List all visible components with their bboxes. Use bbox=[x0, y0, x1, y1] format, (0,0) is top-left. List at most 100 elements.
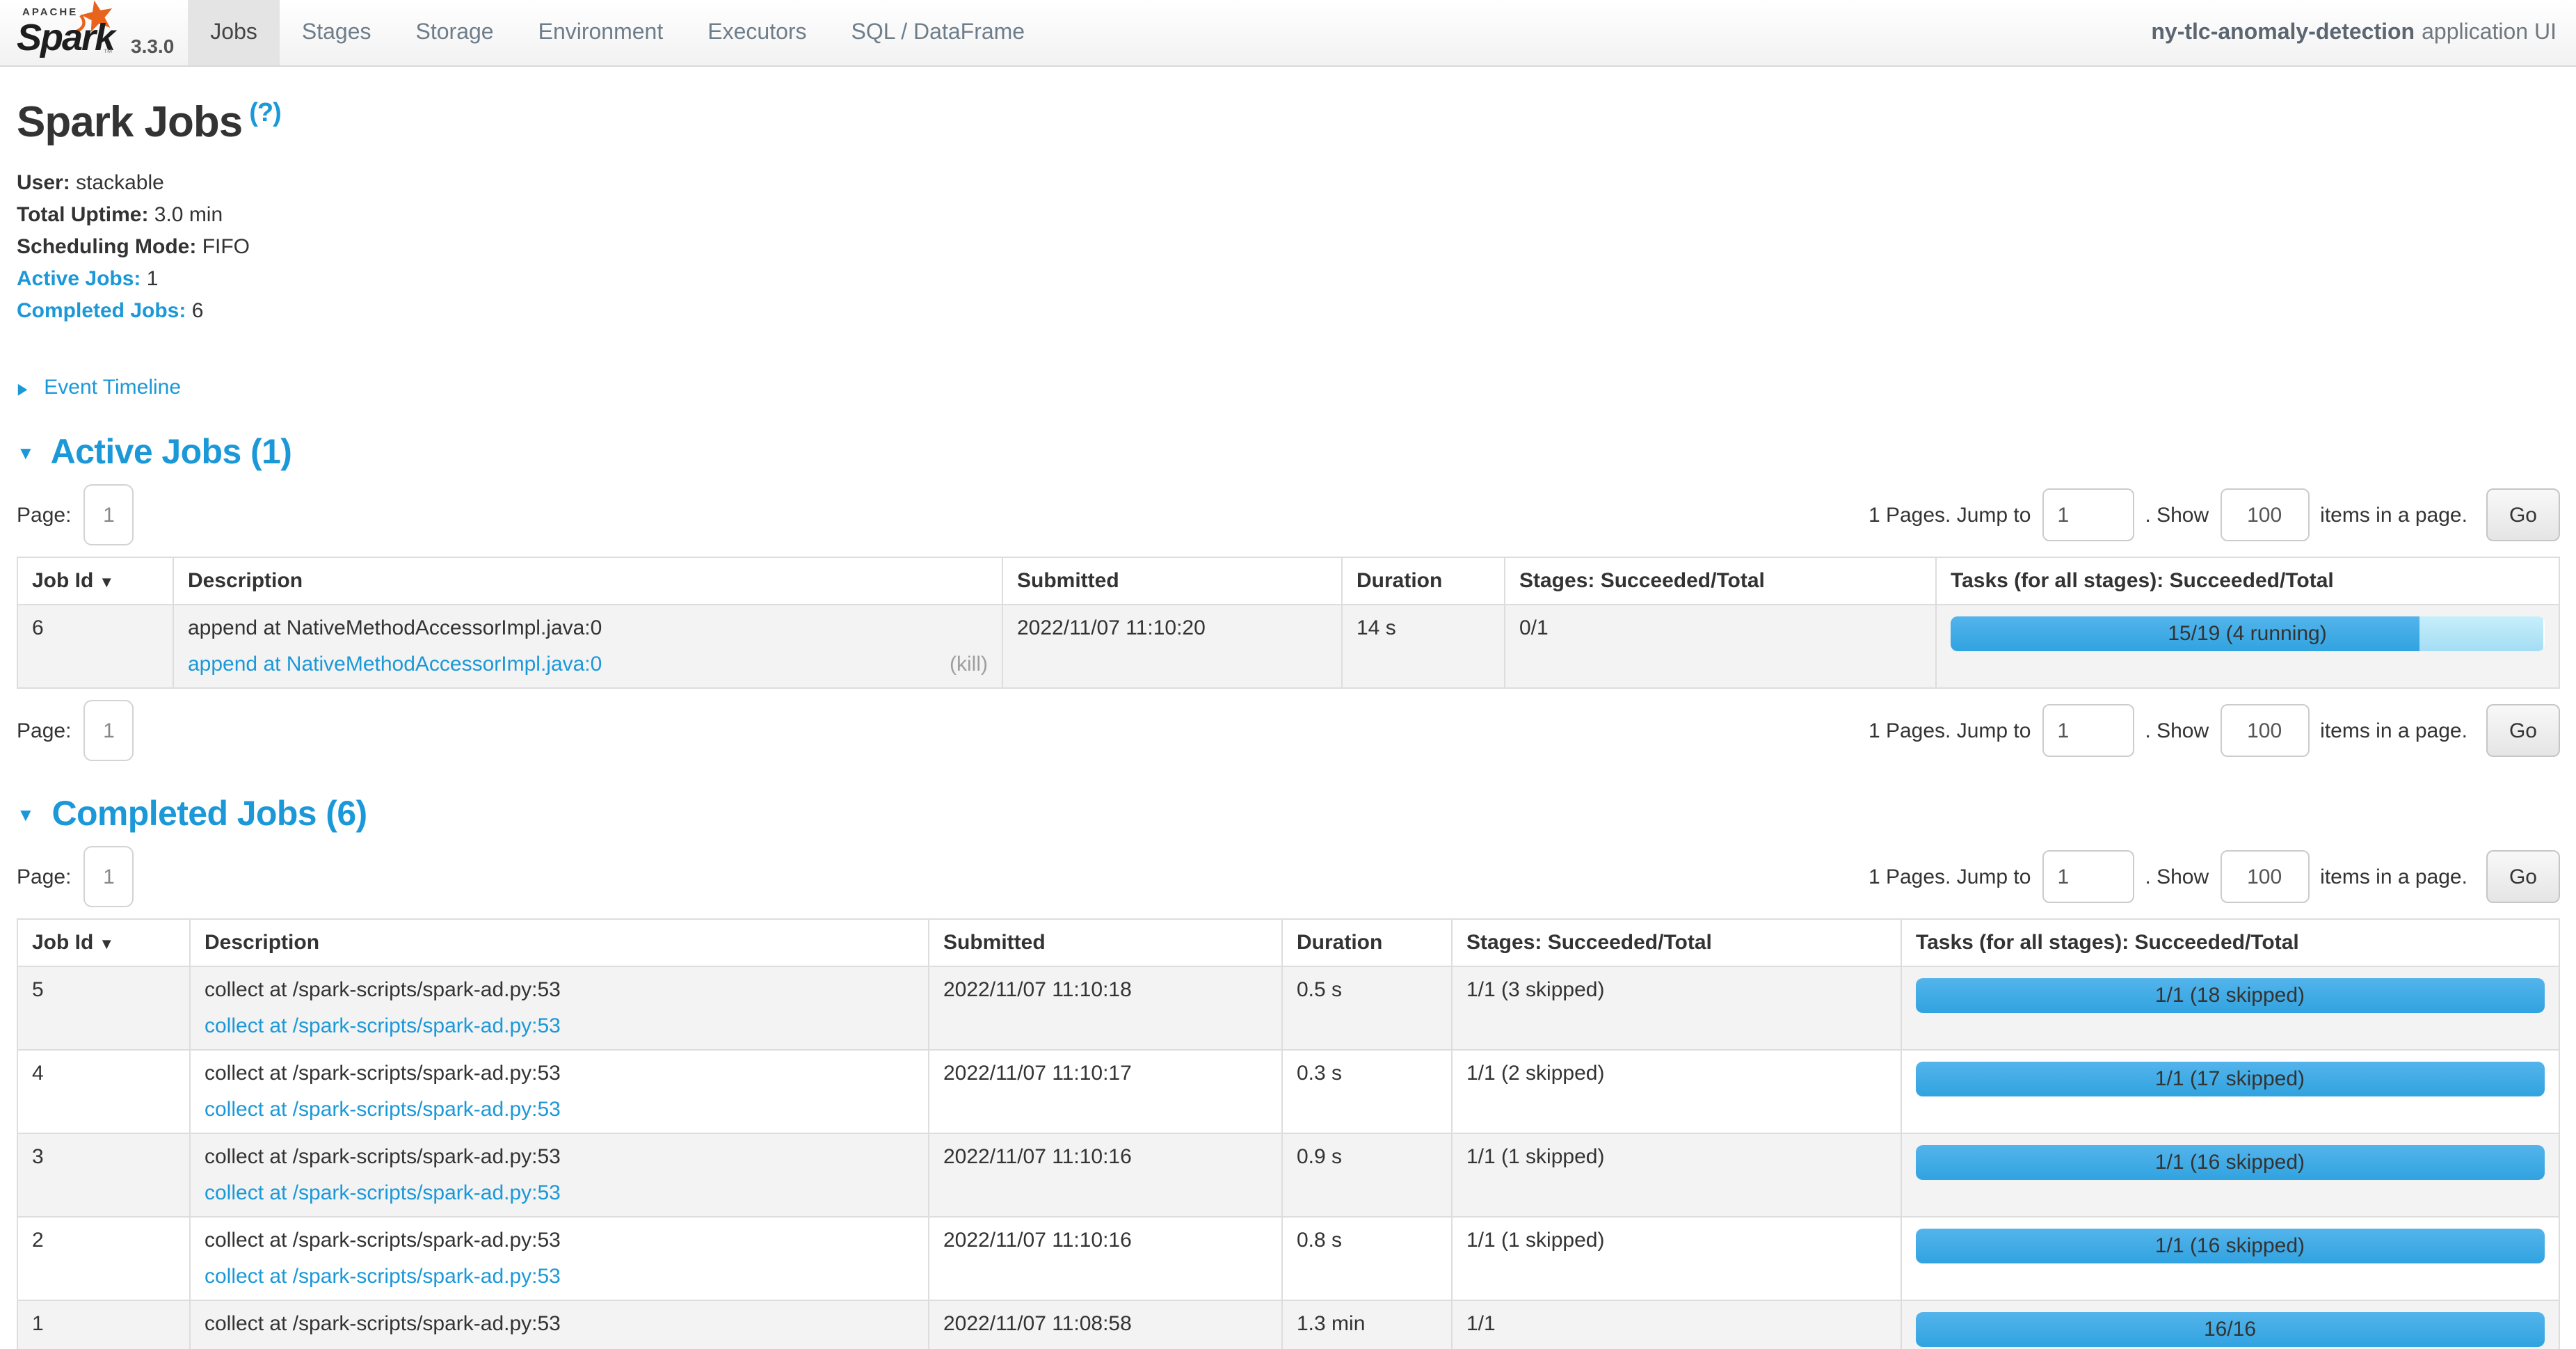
completed-jobs-heading[interactable]: ▼ Completed Jobs (6) bbox=[17, 795, 2559, 835]
submitted-cell: 2022/11/07 11:08:58 bbox=[929, 1300, 1282, 1349]
col-header-stages[interactable]: Stages: Succeeded/Total bbox=[1505, 557, 1936, 605]
duration-cell: 0.9 s bbox=[1282, 1133, 1452, 1217]
description-cell: collect at /spark-scripts/spark-ad.py:53… bbox=[190, 1217, 929, 1300]
items-per-page-input[interactable] bbox=[2220, 488, 2309, 541]
description-text: collect at /spark-scripts/spark-ad.py:53 bbox=[205, 1145, 914, 1169]
submitted-cell: 2022/11/07 11:10:17 bbox=[929, 1050, 1282, 1133]
page-number-input[interactable] bbox=[83, 484, 134, 545]
help-tooltip-link[interactable]: (?) bbox=[249, 98, 281, 127]
description-cell: collect at /spark-scripts/spark-ad.py:53… bbox=[190, 1050, 929, 1133]
spark-ui-root: APACHE Spark ™ 3.3.0 Jobs Stages Storage… bbox=[0, 0, 2576, 1349]
page-label: Page: bbox=[17, 719, 71, 742]
duration-cell: 0.3 s bbox=[1282, 1050, 1452, 1133]
event-timeline-toggle[interactable]: ▶ Event Timeline bbox=[17, 376, 181, 399]
go-button[interactable]: Go bbox=[2487, 850, 2559, 903]
items-per-page-input[interactable] bbox=[2220, 850, 2309, 903]
job-id-cell: 3 bbox=[17, 1133, 190, 1217]
col-header-duration[interactable]: Duration bbox=[1282, 919, 1452, 966]
submitted-cell: 2022/11/07 11:10:18 bbox=[929, 966, 1282, 1050]
tab-sql-dataframe[interactable]: SQL / DataFrame bbox=[829, 0, 1048, 65]
col-header-description[interactable]: Description bbox=[190, 919, 929, 966]
stages-cell: 1/1 bbox=[1452, 1300, 1901, 1349]
submitted-cell: 2022/11/07 11:10:16 bbox=[929, 1133, 1282, 1217]
col-header-submitted[interactable]: Submitted bbox=[1002, 557, 1342, 605]
progress-label: 1/1 (18 skipped) bbox=[1916, 978, 2544, 1013]
description-cell: collect at /spark-scripts/spark-ad.py:53… bbox=[190, 1300, 929, 1349]
tab-jobs[interactable]: Jobs bbox=[188, 0, 280, 65]
page-number-input[interactable] bbox=[83, 700, 134, 761]
stages-cell: 0/1 bbox=[1505, 605, 1936, 688]
col-header-stages[interactable]: Stages: Succeeded/Total bbox=[1452, 919, 1901, 966]
job-detail-link[interactable]: collect at /spark-scripts/spark-ad.py:53 bbox=[205, 1181, 561, 1205]
show-text: . Show bbox=[2145, 865, 2209, 888]
spark-logo: APACHE Spark ™ 3.3.0 bbox=[0, 0, 188, 65]
description-cell: collect at /spark-scripts/spark-ad.py:53… bbox=[190, 966, 929, 1050]
col-header-submitted[interactable]: Submitted bbox=[929, 919, 1282, 966]
col-header-job-id[interactable]: Job Id▼ bbox=[17, 919, 190, 966]
tasks-cell: 1/1 (16 skipped) bbox=[1901, 1133, 2559, 1217]
kill-job-link[interactable]: (kill) bbox=[950, 653, 988, 676]
go-button[interactable]: Go bbox=[2487, 704, 2559, 757]
duration-cell: 1.3 min bbox=[1282, 1300, 1452, 1349]
col-header-job-id[interactable]: Job Id▼ bbox=[17, 557, 173, 605]
tab-environment[interactable]: Environment bbox=[516, 0, 686, 65]
nav-spacer bbox=[1047, 0, 2151, 65]
job-detail-link[interactable]: collect at /spark-scripts/spark-ad.py:53 bbox=[205, 1014, 561, 1038]
progress-label: 1/1 (16 skipped) bbox=[1916, 1145, 2544, 1180]
stages-cell: 1/1 (2 skipped) bbox=[1452, 1050, 1901, 1133]
caret-down-icon: ▼ bbox=[17, 442, 34, 463]
col-header-tasks[interactable]: Tasks (for all stages): Succeeded/Total bbox=[1901, 919, 2559, 966]
go-button[interactable]: Go bbox=[2487, 488, 2559, 541]
tasks-progress-bar: 15/19 (4 running) bbox=[1951, 616, 2544, 651]
jump-to-page-input[interactable] bbox=[2042, 704, 2134, 757]
sort-desc-icon: ▼ bbox=[99, 936, 114, 953]
submitted-cell: 2022/11/07 11:10:16 bbox=[929, 1217, 1282, 1300]
active-jobs-anchor-link[interactable]: Active Jobs: bbox=[17, 267, 141, 291]
completed-job-row: 1 collect at /spark-scripts/spark-ad.py:… bbox=[17, 1300, 2559, 1349]
active-jobs-heading[interactable]: ▼ Active Jobs (1) bbox=[17, 433, 2559, 473]
job-summary-list: User: stackable Total Uptime: 3.0 min Sc… bbox=[17, 170, 2559, 326]
caret-down-icon: ▼ bbox=[17, 804, 34, 825]
jump-to-page-input[interactable] bbox=[2042, 850, 2134, 903]
description-text: collect at /spark-scripts/spark-ad.py:53 bbox=[205, 1229, 914, 1252]
active-job-row: 6 append at NativeMethodAccessorImpl.jav… bbox=[17, 605, 2559, 688]
tasks-cell: 15/19 (4 running) bbox=[1936, 605, 2559, 688]
page-number-input[interactable] bbox=[83, 846, 134, 907]
tasks-cell: 1/1 (17 skipped) bbox=[1901, 1050, 2559, 1133]
active-jobs-pager-bottom: Page: 1 Pages. Jump to . Show items in a… bbox=[17, 700, 2559, 761]
duration-cell: 0.5 s bbox=[1282, 966, 1452, 1050]
main-content: Spark Jobs(?) User: stackable Total Upti… bbox=[0, 97, 2576, 1349]
tasks-progress-bar: 1/1 (18 skipped) bbox=[1916, 978, 2544, 1013]
active-jobs-table: Job Id▼ Description Submitted Duration S… bbox=[17, 557, 2559, 689]
completed-jobs-table: Job Id▼ Description Submitted Duration S… bbox=[17, 918, 2559, 1349]
summary-completed-jobs: Completed Jobs: 6 bbox=[17, 298, 2559, 326]
items-per-page-input[interactable] bbox=[2220, 704, 2309, 757]
tasks-progress-bar: 1/1 (16 skipped) bbox=[1916, 1229, 2544, 1263]
page-title: Spark Jobs(?) bbox=[17, 97, 2559, 147]
description-text: collect at /spark-scripts/spark-ad.py:53 bbox=[205, 1062, 914, 1085]
completed-jobs-anchor-link[interactable]: Completed Jobs: bbox=[17, 299, 186, 323]
job-id-cell: 5 bbox=[17, 966, 190, 1050]
job-id-cell: 1 bbox=[17, 1300, 190, 1349]
completed-job-row: 4 collect at /spark-scripts/spark-ad.py:… bbox=[17, 1050, 2559, 1133]
tab-executors[interactable]: Executors bbox=[685, 0, 829, 65]
summary-active-jobs: Active Jobs: 1 bbox=[17, 266, 2559, 294]
duration-cell: 0.8 s bbox=[1282, 1217, 1452, 1300]
tab-stages[interactable]: Stages bbox=[280, 0, 394, 65]
application-title: ny-tlc-anomaly-detection application UI bbox=[2151, 0, 2576, 65]
job-detail-link[interactable]: collect at /spark-scripts/spark-ad.py:53 bbox=[205, 1265, 561, 1288]
page-label: Page: bbox=[17, 865, 71, 888]
description-cell: append at NativeMethodAccessorImpl.java:… bbox=[173, 605, 1002, 688]
jump-to-page-input[interactable] bbox=[2042, 488, 2134, 541]
job-detail-link[interactable]: append at NativeMethodAccessorImpl.java:… bbox=[188, 653, 602, 676]
col-header-tasks[interactable]: Tasks (for all stages): Succeeded/Total bbox=[1936, 557, 2559, 605]
job-detail-link[interactable]: collect at /spark-scripts/spark-ad.py:53 bbox=[205, 1098, 561, 1121]
completed-job-row: 2 collect at /spark-scripts/spark-ad.py:… bbox=[17, 1217, 2559, 1300]
duration-cell: 14 s bbox=[1342, 605, 1505, 688]
col-header-description[interactable]: Description bbox=[173, 557, 1002, 605]
col-header-duration[interactable]: Duration bbox=[1342, 557, 1505, 605]
navbar: APACHE Spark ™ 3.3.0 Jobs Stages Storage… bbox=[0, 0, 2576, 67]
tab-storage[interactable]: Storage bbox=[394, 0, 516, 65]
spark-logo-image: APACHE Spark ™ bbox=[14, 0, 125, 60]
stages-cell: 1/1 (1 skipped) bbox=[1452, 1217, 1901, 1300]
